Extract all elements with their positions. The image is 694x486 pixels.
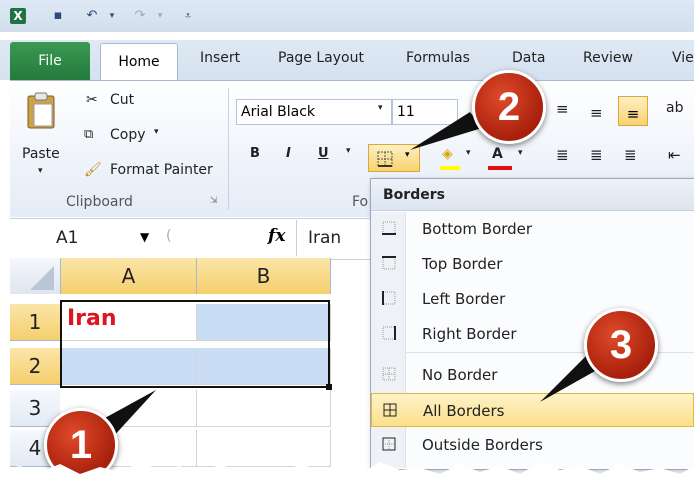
torn-edge (0, 462, 694, 486)
callout-badge-3: 3 (584, 308, 658, 382)
callout-pointers (92, 112, 604, 438)
callout-badge-2: 2 (472, 70, 546, 144)
